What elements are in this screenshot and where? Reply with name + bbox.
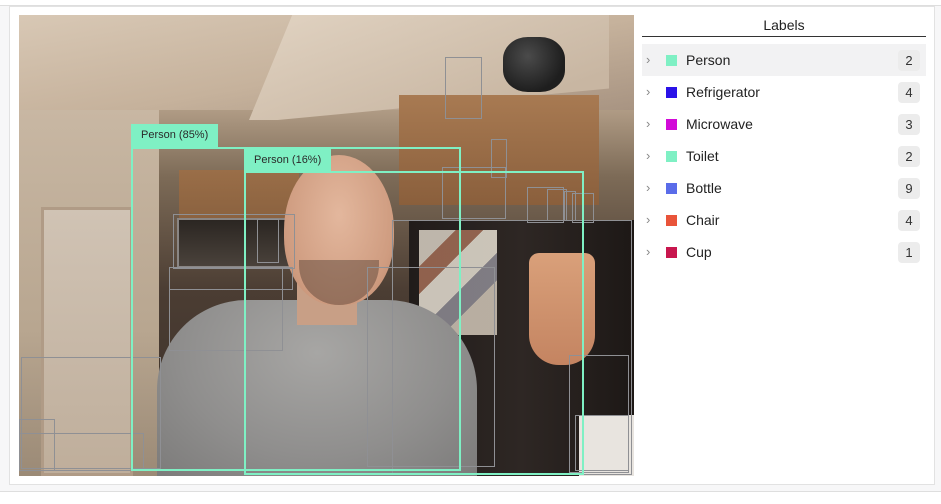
label-row-cup[interactable]: › Cup 1 (642, 236, 926, 268)
label-name: Cup (686, 244, 712, 260)
label-row-refrigerator[interactable]: › Refrigerator 4 (642, 76, 926, 108)
label-name: Chair (686, 212, 720, 228)
count-badge: 9 (898, 178, 920, 199)
color-swatch (666, 151, 677, 162)
person-85-tag: Person (85%) (131, 124, 219, 147)
chevron-right-icon[interactable]: › (646, 116, 658, 132)
color-swatch (666, 87, 677, 98)
pot-photo (503, 37, 565, 92)
color-swatch (666, 183, 677, 194)
count-badge: 3 (898, 114, 920, 135)
label-name: Bottle (686, 180, 722, 196)
label-row-chair[interactable]: › Chair 4 (642, 204, 926, 236)
label-name: Toilet (686, 148, 719, 164)
count-badge: 1 (898, 242, 920, 263)
color-swatch (666, 55, 677, 66)
label-row-person[interactable]: › Person 2 (642, 44, 926, 76)
label-name: Refrigerator (686, 84, 760, 100)
label-row-bottle[interactable]: › Bottle 9 (642, 172, 926, 204)
color-swatch (666, 247, 677, 258)
chevron-right-icon[interactable]: › (646, 180, 658, 196)
chevron-right-icon[interactable]: › (646, 84, 658, 100)
label-name: Microwave (686, 116, 753, 132)
label-row-microwave[interactable]: › Microwave 3 (642, 108, 926, 140)
person-detection-box[interactable] (244, 171, 584, 475)
detection-image[interactable]: Person (85%) Person (16%) (19, 15, 634, 476)
count-badge: 4 (898, 210, 920, 231)
chevron-right-icon[interactable]: › (646, 244, 658, 260)
chevron-right-icon[interactable]: › (646, 52, 658, 68)
count-badge: 2 (898, 50, 920, 71)
label-name: Person (686, 52, 731, 68)
bottom-divider (0, 491, 941, 504)
color-swatch (666, 215, 677, 226)
chevron-right-icon[interactable]: › (646, 148, 658, 164)
color-swatch (666, 119, 677, 130)
count-badge: 2 (898, 146, 920, 167)
detection-box[interactable] (445, 57, 482, 119)
labels-panel: Labels › Person 2 › Refrigerator 4 › Mic… (642, 10, 926, 268)
label-row-toilet[interactable]: › Toilet 2 (642, 140, 926, 172)
labels-title: Labels (763, 17, 805, 33)
count-badge: 4 (898, 82, 920, 103)
person-16-tag: Person (16%) (244, 149, 332, 172)
detection-box[interactable] (19, 433, 144, 471)
chevron-right-icon[interactable]: › (646, 212, 658, 228)
